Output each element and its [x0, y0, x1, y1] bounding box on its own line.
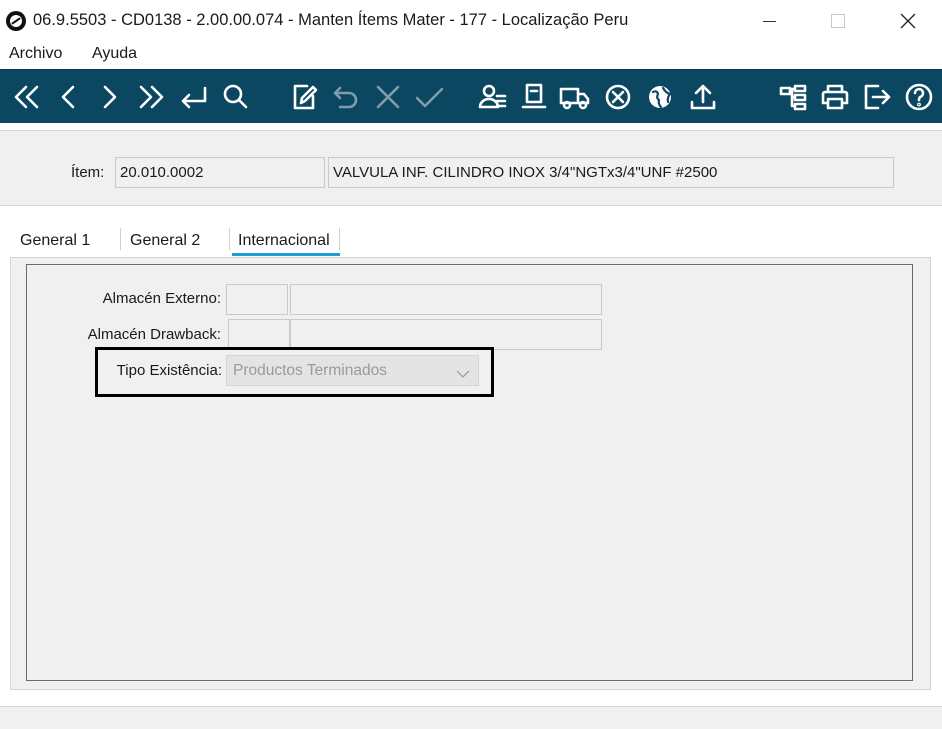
edit-icon [293, 84, 318, 110]
first-record-icon [14, 85, 39, 109]
totvs-logo-icon [6, 11, 26, 31]
next-record-icon [103, 85, 117, 109]
menu-archivo[interactable]: Archivo [9, 45, 62, 63]
almacen-drawback-label: Almacén Drawback: [87, 326, 221, 343]
toolbar [0, 69, 942, 123]
close-icon [900, 13, 916, 29]
globe-icon [649, 86, 672, 109]
window-title: 06.9.5503 - CD0138 - 2.00.00.074 - Mante… [33, 11, 629, 29]
tab-internacional[interactable]: Internacional [238, 232, 330, 250]
upload-icon [690, 84, 716, 110]
confirm-icon [415, 87, 444, 108]
menu-bar: Archivo Ayuda [0, 42, 942, 68]
tab-general-1[interactable]: General 1 [20, 232, 90, 250]
cancel-icon [376, 85, 400, 109]
print-button[interactable] [817, 79, 853, 115]
item-description-field[interactable]: VALVULA INF. CILINDRO INOX 3/4"NGTx3/4"U… [328, 157, 894, 188]
tab-divider [229, 228, 230, 250]
item-code-field[interactable]: 20.010.0002 [115, 157, 325, 188]
tab-divider [120, 228, 121, 250]
maximize-icon [831, 14, 845, 28]
truck-button[interactable] [557, 79, 593, 115]
help-icon [905, 83, 933, 111]
users-icon [478, 84, 507, 109]
first-record-button[interactable] [9, 79, 45, 115]
close-button[interactable] [885, 0, 931, 42]
almacen-externo-description-field[interactable] [290, 284, 602, 315]
truck-icon [559, 87, 590, 110]
almacen-externo-code-field[interactable] [226, 284, 288, 315]
delete-circle-icon [605, 84, 631, 110]
almacen-drawback-code-field[interactable] [228, 319, 290, 350]
upload-button[interactable] [685, 79, 721, 115]
active-tab-indicator [232, 253, 340, 256]
goto-icon [181, 86, 207, 109]
minimize-icon [762, 20, 776, 22]
almacen-drawback-description-field[interactable] [290, 319, 602, 350]
previous-record-button[interactable] [50, 79, 86, 115]
search-icon [223, 84, 248, 109]
undo-icon [333, 86, 358, 109]
globe-button[interactable] [642, 79, 678, 115]
next-record-button[interactable] [92, 79, 128, 115]
print-icon [821, 84, 849, 110]
delete-button[interactable] [600, 79, 636, 115]
users-button[interactable] [474, 79, 510, 115]
menu-ayuda[interactable]: Ayuda [92, 45, 137, 63]
goto-button[interactable] [175, 79, 211, 115]
cancel-button[interactable] [370, 79, 406, 115]
title-bar: 06.9.5503 - CD0138 - 2.00.00.074 - Mante… [0, 0, 942, 42]
annotation-highlight-box [95, 347, 494, 397]
last-record-icon [139, 85, 164, 109]
status-bar [0, 706, 942, 729]
structure-button[interactable] [775, 79, 811, 115]
item-label: Ítem: [71, 164, 105, 181]
tab-general-2[interactable]: General 2 [130, 232, 200, 250]
previous-record-icon [61, 85, 75, 109]
exit-icon [864, 84, 891, 110]
last-record-button[interactable] [133, 79, 169, 115]
edit-button[interactable] [286, 79, 322, 115]
undo-button[interactable] [328, 79, 364, 115]
search-button[interactable] [217, 79, 253, 115]
exit-button[interactable] [859, 79, 895, 115]
help-button[interactable] [901, 79, 937, 115]
confirm-button[interactable] [411, 79, 447, 115]
maximize-button[interactable] [815, 0, 861, 42]
document-icon [521, 83, 547, 109]
document-button[interactable] [516, 79, 552, 115]
structure-icon [779, 84, 807, 111]
tab-divider [339, 228, 340, 250]
minimize-button[interactable] [746, 0, 792, 42]
almacen-externo-label: Almacén Externo: [102, 290, 221, 307]
